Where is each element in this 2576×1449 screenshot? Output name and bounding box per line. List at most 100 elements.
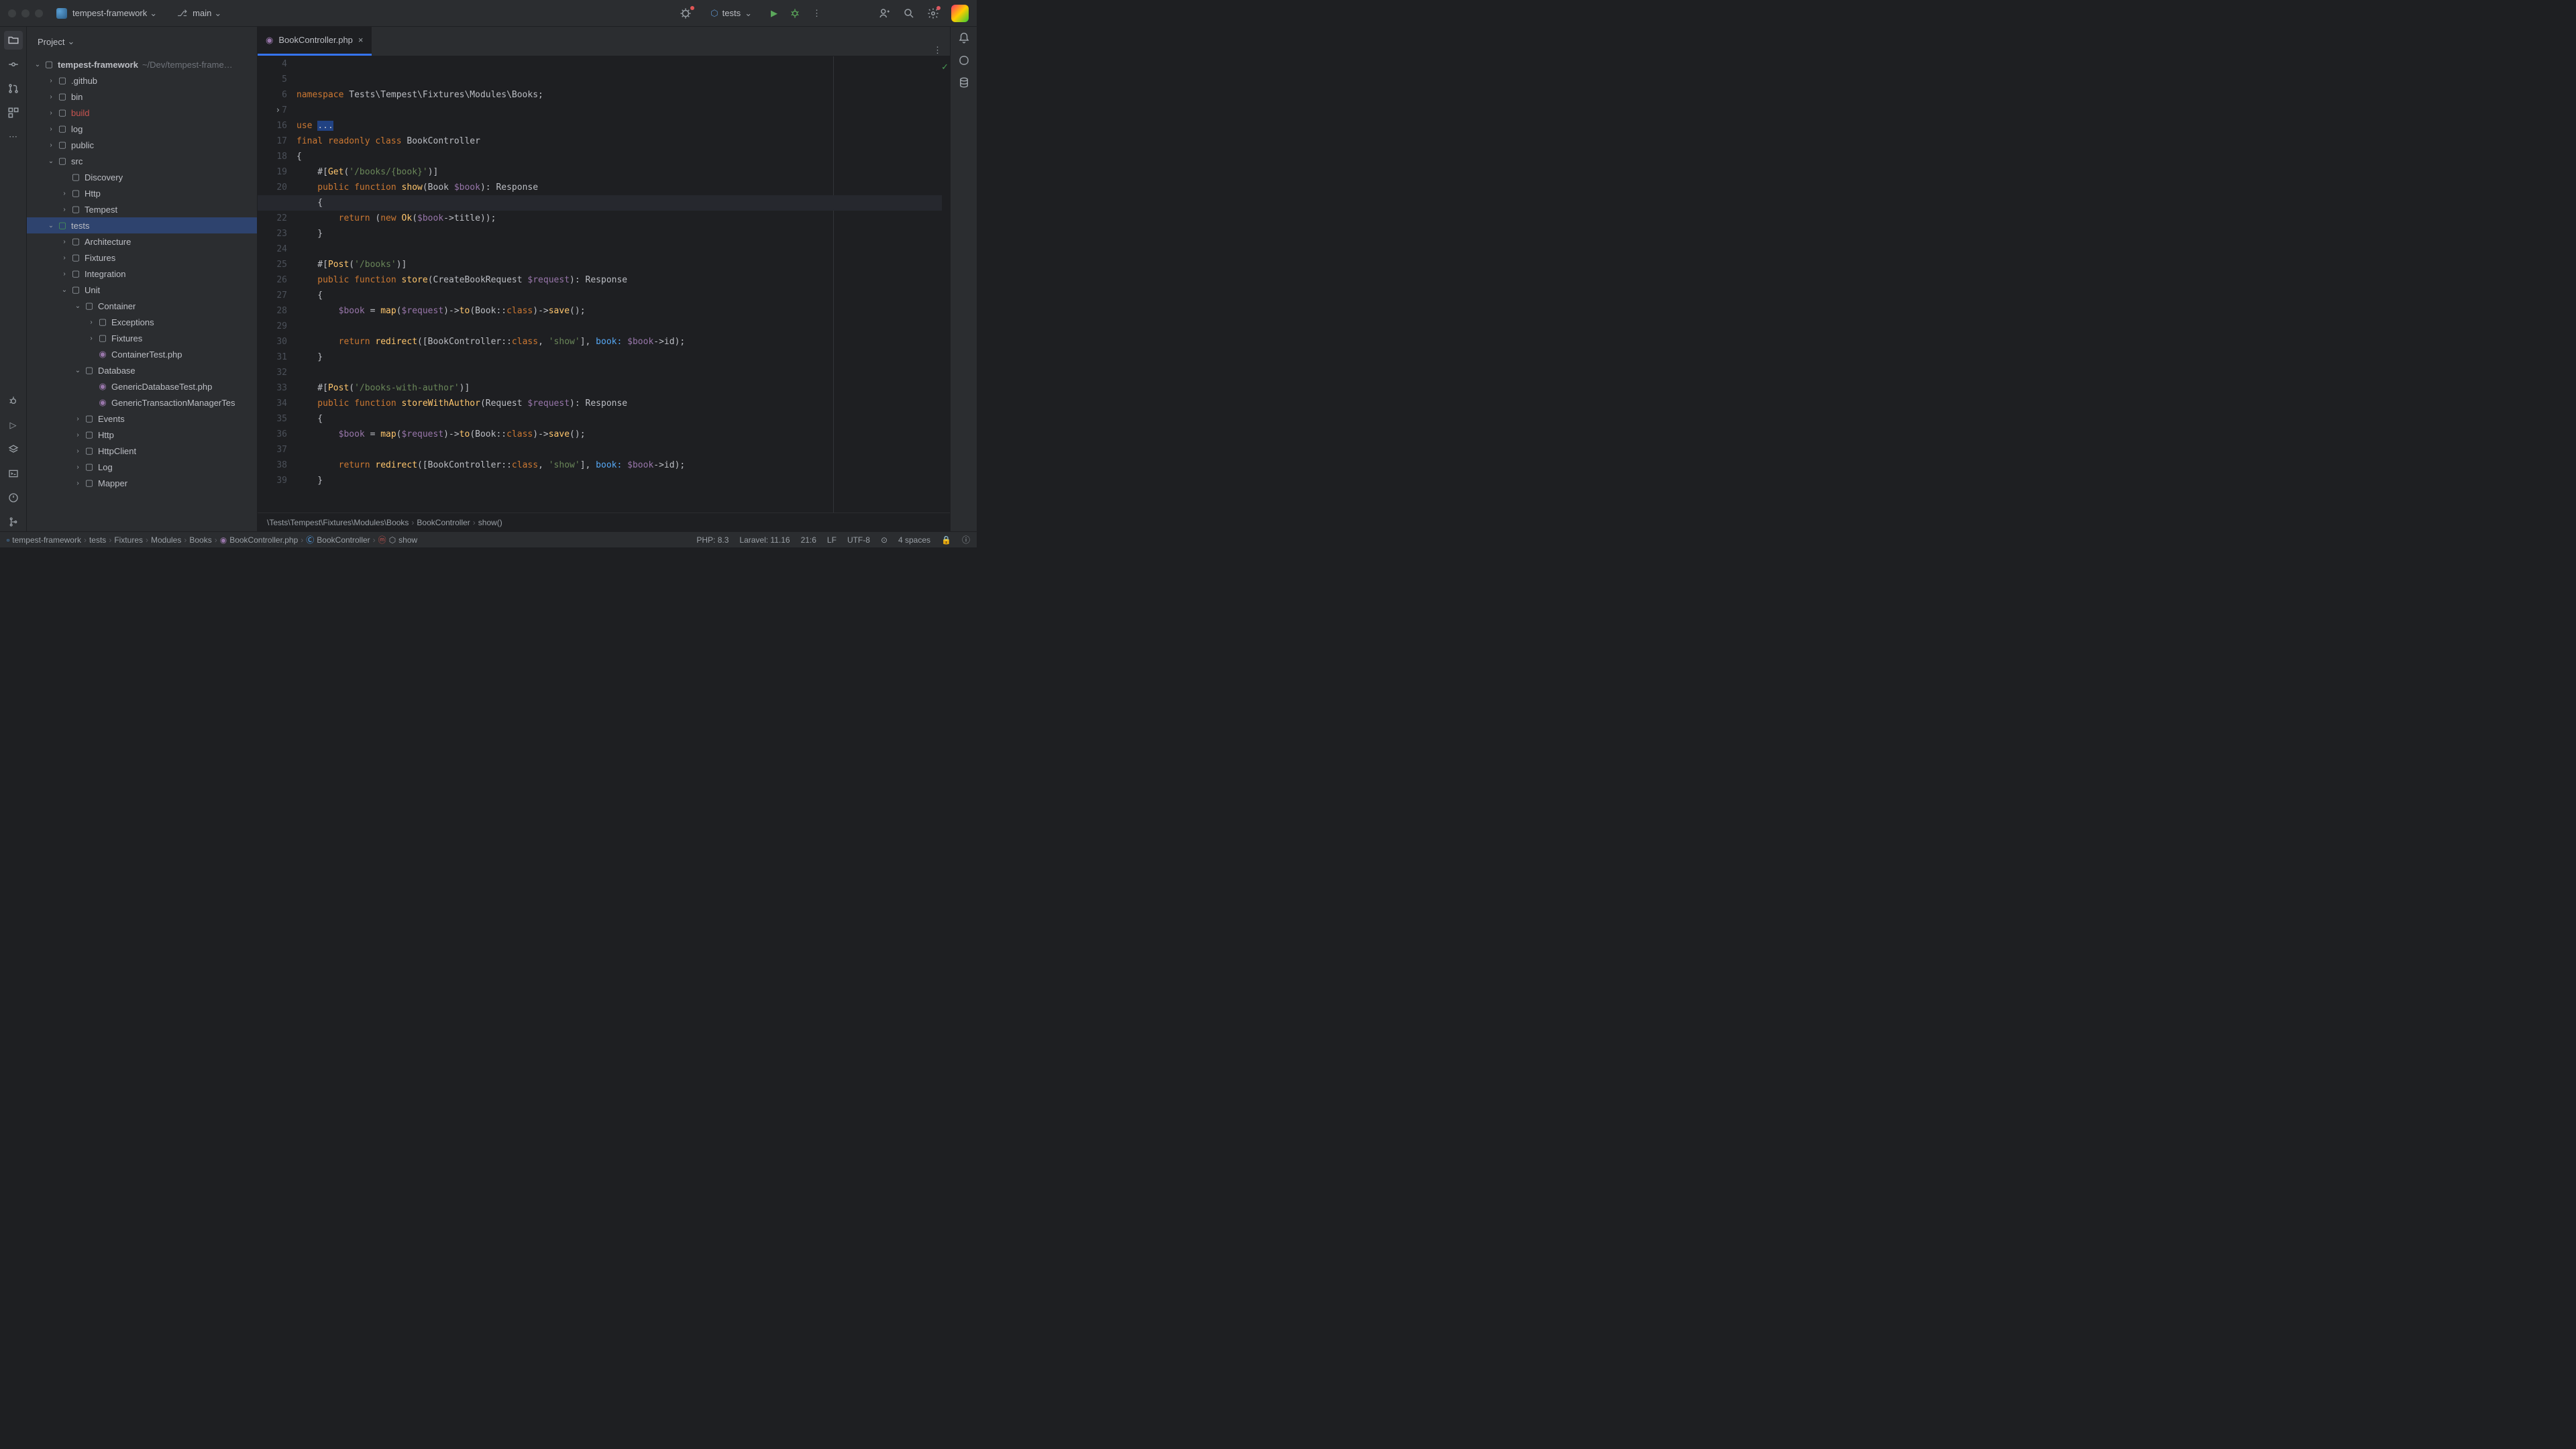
tree-item-containertest-php[interactable]: ◉ContainerTest.php <box>27 346 257 362</box>
debug-button[interactable] <box>790 8 800 19</box>
tree-item-public[interactable]: ▢public <box>27 137 257 153</box>
tree-item-integration[interactable]: ▢Integration <box>27 266 257 282</box>
path-segment[interactable]: Modules <box>151 535 181 545</box>
php-file-icon: ◉ <box>220 535 227 545</box>
ide-logo[interactable] <box>951 5 969 22</box>
tree-root[interactable]: ▢tempest-framework~/Dev/tempest-frame… <box>27 56 257 72</box>
branch-icon <box>177 8 190 19</box>
tree-item-http[interactable]: ▢Http <box>27 427 257 443</box>
tree-item-httpclient[interactable]: ▢HttpClient <box>27 443 257 459</box>
crumb[interactable]: show() <box>478 518 502 527</box>
more-actions[interactable]: ⋮ <box>812 8 821 19</box>
project-tool-button[interactable] <box>4 31 23 50</box>
project-panel-title: Project <box>38 37 64 47</box>
minimize-window[interactable] <box>21 9 30 17</box>
close-icon[interactable]: × <box>358 35 364 45</box>
code-editor[interactable]: namespace Tests\Tempest\Fixtures\Modules… <box>297 56 950 513</box>
search-icon[interactable] <box>903 7 915 19</box>
path-segment[interactable]: Books <box>189 535 211 545</box>
tree-item-src[interactable]: ▢src <box>27 153 257 169</box>
tree-item-events[interactable]: ▢Events <box>27 411 257 427</box>
code-container[interactable]: ✓ 456›7161718192021222324252627282930313… <box>258 56 950 513</box>
ai-assistant-button[interactable] <box>958 54 970 68</box>
status-indent[interactable]: 4 spaces <box>898 535 930 545</box>
vcs-tool-button[interactable] <box>4 513 23 531</box>
tree-item-genericdatabasetest-php[interactable]: ◉GenericDatabaseTest.php <box>27 378 257 394</box>
branch-name: main <box>193 8 211 18</box>
tree-item-build[interactable]: ▢build <box>27 105 257 121</box>
path-segment[interactable]: show <box>398 535 417 545</box>
tree-item-unit[interactable]: ▢Unit <box>27 282 257 298</box>
services-tool-button[interactable] <box>4 440 23 459</box>
line-gutter[interactable]: 456›716171819202122232425262728293031323… <box>258 56 297 513</box>
editor-more-actions[interactable]: ⋮ <box>925 45 950 56</box>
terminal-tool-button[interactable] <box>4 464 23 483</box>
path-segment[interactable]: BookController <box>317 535 370 545</box>
chevron-down-icon <box>150 8 157 19</box>
module-icon: ▫ <box>7 535 9 545</box>
tree-item-generictransactionmanagertes[interactable]: ◉GenericTransactionManagerTes <box>27 394 257 411</box>
tree-item-tests[interactable]: ▢tests <box>27 217 257 233</box>
structure-tool-button[interactable] <box>4 103 23 122</box>
zoom-window[interactable] <box>35 9 43 17</box>
run-button[interactable]: ▶ <box>771 8 777 19</box>
tree-item-discovery[interactable]: ▢Discovery <box>27 169 257 185</box>
lock-icon[interactable]: 🔒 <box>941 535 951 545</box>
tree-item-container[interactable]: ▢Container <box>27 298 257 314</box>
project-tree[interactable]: ▢tempest-framework~/Dev/tempest-frame…▢.… <box>27 56 257 531</box>
tree-item-bin[interactable]: ▢bin <box>27 89 257 105</box>
tree-item-mapper[interactable]: ▢Mapper <box>27 475 257 491</box>
settings-icon[interactable] <box>927 7 939 19</box>
status-line-sep[interactable]: LF <box>827 535 837 545</box>
path-segment[interactable]: tests <box>89 535 106 545</box>
crumb[interactable]: BookController <box>417 518 470 527</box>
crumb[interactable]: \Tests\Tempest\Fixtures\Modules\Books <box>267 518 409 527</box>
reader-mode-icon[interactable]: ⊙ <box>881 535 888 545</box>
debug-tool-button[interactable] <box>4 392 23 411</box>
test-bug-icon[interactable] <box>680 7 692 19</box>
php-file-icon: ◉ <box>266 35 273 46</box>
status-path: ▫ tempest-framework› tests› Fixtures› Mo… <box>7 534 692 545</box>
project-panel-header[interactable]: Project <box>27 27 257 56</box>
tree-item-log[interactable]: ▢Log <box>27 459 257 475</box>
tree-item-architecture[interactable]: ▢Architecture <box>27 233 257 250</box>
more-tools-button[interactable]: ⋯ <box>4 127 23 146</box>
tree-item--github[interactable]: ▢.github <box>27 72 257 89</box>
path-segment[interactable]: Fixtures <box>114 535 143 545</box>
tree-item-http[interactable]: ▢Http <box>27 185 257 201</box>
window-controls <box>8 9 43 17</box>
status-php[interactable]: PHP: 8.3 <box>696 535 729 545</box>
main-layout: ⋯ ▷ Project ▢tempest-framework~/Dev/temp… <box>0 27 977 531</box>
pull-requests-button[interactable] <box>4 79 23 98</box>
commit-tool-button[interactable] <box>4 55 23 74</box>
editor-tab-active[interactable]: ◉ BookController.php × <box>258 26 372 56</box>
chevron-right-icon: › <box>411 518 414 527</box>
chevron-down-icon <box>67 36 74 47</box>
editor-tab-bar: ◉ BookController.php × ⋮ <box>258 27 950 56</box>
tree-item-fixtures[interactable]: ▢Fixtures <box>27 330 257 346</box>
path-segment[interactable]: BookController.php <box>229 535 298 545</box>
status-laravel[interactable]: Laravel: 11.16 <box>739 535 790 545</box>
status-caret-pos[interactable]: 21:6 <box>801 535 816 545</box>
project-dropdown[interactable]: tempest-framework <box>72 8 157 19</box>
database-button[interactable] <box>958 76 970 91</box>
collab-icon[interactable] <box>879 7 891 19</box>
path-segment[interactable]: tempest-framework <box>12 535 81 545</box>
info-icon[interactable]: ⓘ <box>962 534 970 545</box>
tree-item-exceptions[interactable]: ▢Exceptions <box>27 314 257 330</box>
close-window[interactable] <box>8 9 16 17</box>
run-tool-button[interactable]: ▷ <box>4 416 23 435</box>
run-config-dropdown[interactable]: ⬡ tests <box>704 6 759 21</box>
property-icon: ⬡ <box>389 535 396 545</box>
tree-item-database[interactable]: ▢Database <box>27 362 257 378</box>
tree-item-log[interactable]: ▢log <box>27 121 257 137</box>
status-encoding[interactable]: UTF-8 <box>847 535 870 545</box>
git-branch-dropdown[interactable]: main <box>177 8 221 19</box>
titlebar: tempest-framework main ⬡ tests ▶ ⋮ <box>0 0 977 27</box>
tree-item-fixtures[interactable]: ▢Fixtures <box>27 250 257 266</box>
tree-item-tempest[interactable]: ▢Tempest <box>27 201 257 217</box>
notifications-button[interactable] <box>958 32 970 46</box>
tab-filename: BookController.php <box>278 35 353 45</box>
run-config-label: tests <box>722 8 741 18</box>
problems-tool-button[interactable] <box>4 488 23 507</box>
